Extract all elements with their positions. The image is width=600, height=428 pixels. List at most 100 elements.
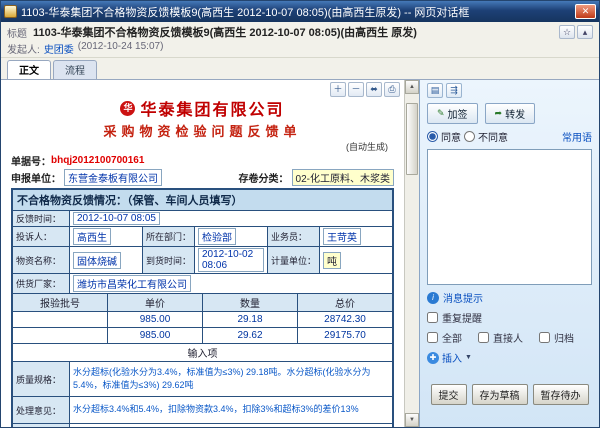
feedback-time-field[interactable]: 2012-10-07 08:05 [73, 212, 160, 225]
table-row: 物资名称： 固体烧碱 到货时间： 2012-10-02 08:06 计量单位： … [13, 246, 392, 273]
col-batch: 报验批号 [13, 294, 107, 311]
dialog-window: 1103-华泰集团不合格物资反馈模板9(高西生 2012-10-07 08:05… [0, 0, 600, 428]
total-cell[interactable]: 28742.30 [297, 312, 392, 327]
price-row: 985.00 29.62 29175.70 [13, 327, 392, 343]
report-unit-field[interactable]: 东营金泰板有限公司 [64, 169, 162, 186]
scroll-up-icon[interactable]: ▲ [405, 80, 419, 94]
table-row: 反馈时间： 2012-10-07 08:05 [13, 210, 392, 226]
quality-field[interactable]: 水分超标(化验水分为3.4%，标准值为≤3%) 29.18吨。水分超标(化验水分… [69, 362, 392, 396]
opinion-textarea[interactable] [427, 149, 592, 285]
all-label: 全部 [442, 330, 462, 345]
agree-label: 同意 [441, 129, 461, 144]
scrollbar-track[interactable] [405, 94, 419, 413]
input-row-label[interactable]: 输入项 [13, 344, 392, 361]
submit-button[interactable]: 提交 [431, 384, 467, 405]
app-icon [4, 5, 17, 18]
dropdown-icon: ▼ [465, 354, 472, 361]
add-sign-button[interactable]: ✎ 加签 [427, 103, 478, 124]
save-draft-button[interactable]: 存为草稿 [472, 384, 528, 405]
feedback-form-table: 不合格物资反馈情况：（保管、车间人员填写） 反馈时间： 2012-10-07 0… [11, 188, 394, 427]
doc-header: 标题 1103-华泰集团不合格物资反馈模板9(高西生 2012-10-07 08… [1, 22, 599, 58]
title-bar: 1103-华泰集团不合格物资反馈模板9(高西生 2012-10-07 08:05… [1, 1, 599, 22]
hold-pending-button[interactable]: 暂存待办 [533, 384, 589, 405]
direct-label: 直接人 [493, 330, 523, 345]
feedback-time-label: 反馈时间： [13, 211, 69, 226]
auto-generate-hint: (自动生成) [11, 140, 388, 153]
quantity-cell[interactable]: 29.18 [202, 312, 297, 327]
collapse-icon[interactable]: ▴ [577, 25, 593, 39]
table-row: 投诉人： 高西生 所在部门： 检验部 业务员： 王苛英 [13, 226, 392, 246]
archive-checkbox[interactable] [539, 332, 550, 343]
common-phrases-link[interactable]: 常用语 [562, 129, 592, 144]
col-total: 总价 [297, 294, 392, 311]
forward-icon: ➦ [495, 108, 503, 119]
message-tip-toggle[interactable]: i 消息提示 [427, 290, 592, 305]
doc-icon[interactable]: ▤ [427, 83, 443, 98]
col-quantity: 数量 [202, 294, 297, 311]
arrive-time-field[interactable]: 2012-10-02 08:06 [198, 248, 264, 272]
agree-radio[interactable] [427, 131, 438, 142]
all-checkbox[interactable] [427, 332, 438, 343]
insert-icon: ✚ [427, 352, 439, 364]
form-page: 华 华泰集团有限公司 采购物资检验问题反馈单 (自动生成) 单据号： bhqj2… [1, 80, 404, 427]
measure-unit-field[interactable]: 吨 [323, 252, 341, 269]
table-row: 供货厂家： 潍坊市昌荣化工有限公司 [13, 273, 392, 293]
table-row: 处理标准： 降价处置共计金额1852.31元 [13, 423, 392, 427]
document-toolbar: ＋ － ⬌ ⎙ [330, 82, 400, 97]
document-area: ＋ － ⬌ ⎙ 华 华泰集团有限公司 采购物资检验问题反馈单 (自动生成) 单据… [1, 80, 419, 427]
complainant-label: 投诉人： [13, 227, 69, 246]
salesman-field[interactable]: 王苛英 [323, 228, 361, 245]
fit-width-icon[interactable]: ⬌ [366, 82, 382, 97]
direct-checkbox[interactable] [478, 332, 489, 343]
batch-cell[interactable] [13, 328, 107, 343]
supplier-label: 供货厂家： [13, 274, 69, 293]
arrive-time-label: 到货时间： [142, 247, 194, 273]
table-row: 处理意见： 水分超标3.4%和5.4%，扣除物资款3.4%，扣除3%和超标3%的… [13, 396, 392, 423]
close-button[interactable]: ✕ [575, 4, 596, 19]
batch-cell[interactable] [13, 312, 107, 327]
process-panel: ▤ ⇶ ✎ 加签 ➦ 转发 同意 不同意 常用语 [419, 80, 599, 427]
salesman-label: 业务员： [267, 227, 319, 246]
sender-name[interactable]: 史团委 [44, 41, 74, 56]
archive-checkbox-label: 归档 [554, 330, 574, 345]
archive-field[interactable]: 02-化工原料、木浆类 [292, 169, 394, 186]
complainant-field[interactable]: 高西生 [73, 228, 111, 245]
standard-field[interactable]: 降价处置共计金额1852.31元 [69, 424, 392, 427]
quantity-cell[interactable]: 29.62 [202, 328, 297, 343]
window-title: 1103-华泰集团不合格物资反馈模板9(高西生 2012-10-07 08:05… [21, 4, 571, 20]
company-logo-icon: 华 [120, 101, 135, 116]
tab-bar: 正文 流程 [1, 58, 599, 79]
title-label: 标题 [7, 25, 27, 40]
total-cell[interactable]: 29175.70 [297, 328, 392, 343]
tab-content[interactable]: 正文 [7, 60, 51, 79]
document-viewport: ＋ － ⬌ ⎙ 华 华泰集团有限公司 采购物资检验问题反馈单 (自动生成) 单据… [1, 80, 404, 427]
zoom-out-icon[interactable]: － [348, 82, 364, 97]
forward-button[interactable]: ➦ 转发 [485, 103, 536, 124]
opinion1-field[interactable]: 水分超标3.4%和5.4%，扣除物资款3.4%，扣除3%和超标3%的差价13% [69, 397, 392, 423]
scrollbar-thumb[interactable] [406, 103, 418, 175]
repeat-remind-checkbox[interactable] [427, 312, 438, 323]
standard-label: 处理标准： [13, 424, 69, 427]
dept-field[interactable]: 检验部 [198, 228, 236, 245]
bill-no-value: bhqj2012100700161 [51, 155, 144, 166]
material-field[interactable]: 固体烧碱 [73, 252, 121, 269]
scroll-down-icon[interactable]: ▼ [405, 413, 419, 427]
unit-price-cell[interactable]: 985.00 [107, 312, 202, 327]
archive-label: 存卷分类： [239, 170, 289, 185]
unit-price-cell[interactable]: 985.00 [107, 328, 202, 343]
sender-time: (2012-10-24 15:07) [78, 41, 164, 56]
price-header-row: 报验批号 单价 数量 总价 [13, 293, 392, 311]
insert-button[interactable]: ✚ 插入 ▼ [427, 350, 592, 365]
disagree-label: 不同意 [478, 129, 508, 144]
sign-icon: ✎ [437, 108, 445, 119]
disagree-radio[interactable] [464, 131, 475, 142]
print-icon[interactable]: ⎙ [384, 82, 400, 97]
section1-title: 不合格物资反馈情况：（保管、车间人员填写） [13, 190, 392, 210]
zoom-in-icon[interactable]: ＋ [330, 82, 346, 97]
company-name: 华泰集团有限公司 [140, 96, 284, 120]
supplier-field[interactable]: 潍坊市昌荣化工有限公司 [73, 275, 191, 292]
favorite-icon[interactable]: ☆ [559, 25, 575, 39]
flow-icon[interactable]: ⇶ [446, 83, 462, 98]
document-scrollbar[interactable]: ▲ ▼ [404, 80, 419, 427]
tab-flow[interactable]: 流程 [53, 60, 97, 79]
